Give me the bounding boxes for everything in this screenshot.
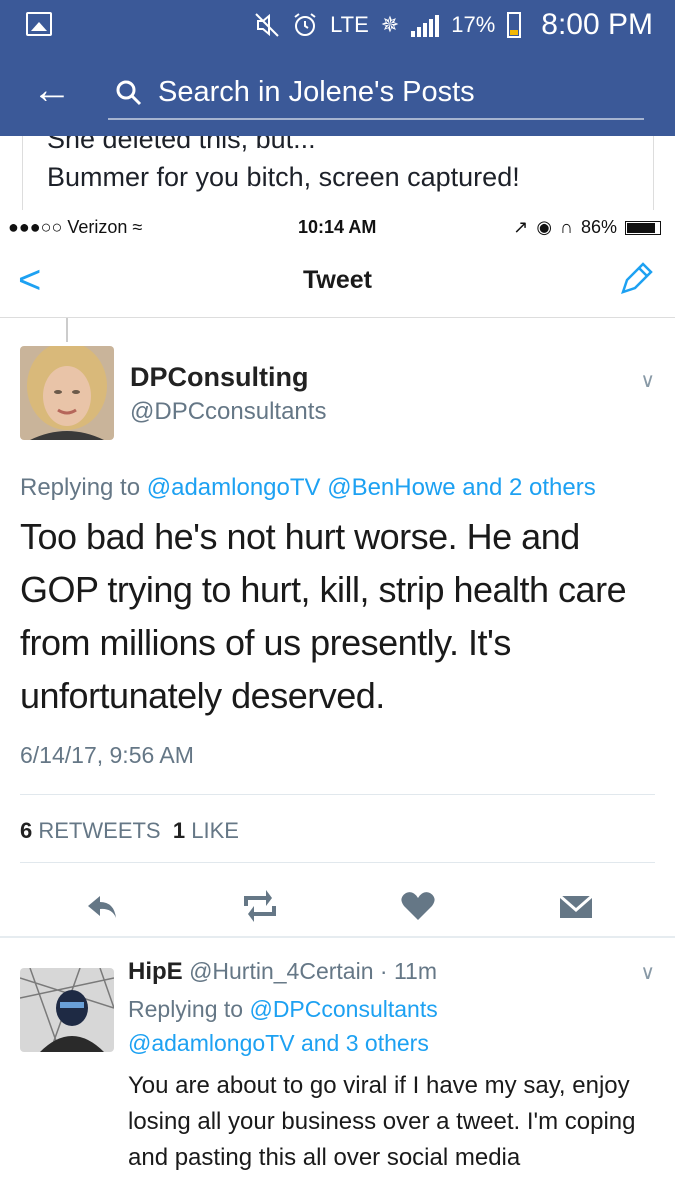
tweet-actions bbox=[0, 880, 675, 936]
status-time: 8:00 PM bbox=[541, 8, 653, 41]
divider bbox=[20, 862, 655, 863]
avatar[interactable] bbox=[20, 346, 114, 440]
retweets-label: RETWEETS bbox=[38, 818, 161, 843]
post-text-line: She deleted this, but... bbox=[47, 136, 316, 154]
reply-author-name[interactable]: HipE bbox=[128, 958, 183, 985]
lock-rotation-icon: ◉ bbox=[536, 217, 553, 237]
android-status-bar: LTE ✵ 17% 8:00 PM bbox=[0, 0, 675, 50]
divider bbox=[0, 936, 675, 938]
alarm-icon bbox=[294, 13, 316, 36]
search-icon bbox=[116, 80, 142, 106]
tweet-stats[interactable]: 6 RETWEETS 1 LIKE bbox=[20, 818, 239, 844]
thread-line bbox=[66, 318, 68, 342]
headphones-icon: ∩ bbox=[560, 217, 573, 237]
reply-replying-to: Replying to @DPCconsultants @adamlongoTV… bbox=[128, 992, 438, 1060]
data-activity-icon: ✵ bbox=[380, 12, 400, 37]
divider bbox=[22, 136, 23, 210]
replying-to: Replying to @adamlongoTV @BenHowe and 2 … bbox=[20, 474, 596, 502]
reply-replying-user-link[interactable]: @DPCconsultants bbox=[249, 996, 437, 1022]
reply-age: · 11m bbox=[379, 958, 437, 984]
ios-status-bar: ●●●○○ Verizon ≈ 10:14 AM ↗ ◉ ∩ 86% bbox=[0, 210, 675, 246]
ios-battery-icon bbox=[625, 220, 661, 235]
direct-message-icon[interactable] bbox=[556, 886, 596, 926]
post-body: She deleted this, but... Bummer for you … bbox=[0, 136, 675, 210]
author-name[interactable]: DPConsulting bbox=[130, 362, 308, 393]
signal-icon bbox=[411, 13, 440, 37]
likes-count: 1 bbox=[172, 818, 186, 843]
battery-percent: 17% bbox=[451, 12, 496, 37]
tweet-nav-bar: < Tweet bbox=[0, 246, 675, 318]
reply-text: You are about to go viral if I have my s… bbox=[128, 1072, 636, 1171]
tweet-screenshot[interactable]: ●●●○○ Verizon ≈ 10:14 AM ↗ ◉ ∩ 86% < Twe… bbox=[0, 210, 675, 1200]
network-type: LTE bbox=[330, 12, 369, 37]
tweet-timestamp: 6/14/17, 9:56 AM bbox=[20, 742, 194, 768]
carrier: ●●●○○ Verizon ≈ bbox=[8, 217, 143, 237]
battery-icon bbox=[507, 12, 522, 38]
compose-icon[interactable] bbox=[619, 262, 653, 296]
author-handle[interactable]: @DPCconsultants bbox=[130, 398, 326, 426]
reply-replying-prefix: Replying to bbox=[128, 996, 244, 1022]
mute-icon bbox=[255, 13, 279, 37]
likes-label: LIKE bbox=[191, 818, 239, 843]
chevron-down-icon[interactable]: ∨ bbox=[640, 368, 655, 393]
avatar[interactable] bbox=[20, 968, 114, 1052]
page-title: Tweet bbox=[303, 266, 372, 294]
reply-replying-user-link[interactable]: @adamlongoTV bbox=[128, 1030, 295, 1056]
location-icon: ↗ bbox=[513, 217, 529, 237]
post-text-line: Bummer for you bitch, screen captured! bbox=[47, 162, 520, 192]
tweet-text: Too bad he's not hurt worse. He and GOP … bbox=[20, 516, 627, 716]
retweets-count: 6 bbox=[20, 818, 33, 843]
search-placeholder: Search in Jolene's Posts bbox=[158, 76, 475, 108]
reply-replying-others-link[interactable]: and 3 others bbox=[301, 1030, 429, 1056]
ios-time: 10:14 AM bbox=[298, 217, 377, 237]
ios-battery-percent: 86% bbox=[580, 217, 617, 237]
divider bbox=[20, 794, 655, 795]
divider bbox=[653, 136, 654, 210]
reply-header: HipE @Hurtin_4Certain · 11m bbox=[128, 958, 437, 986]
heart-icon[interactable] bbox=[398, 886, 438, 926]
reply-author-handle[interactable]: @Hurtin_4Certain bbox=[189, 958, 373, 984]
search-input[interactable]: Search in Jolene's Posts bbox=[108, 72, 644, 120]
replying-users-link[interactable]: @adamlongoTV @BenHowe and 2 others bbox=[147, 474, 596, 501]
back-arrow-icon[interactable]: ← bbox=[32, 70, 72, 110]
chevron-down-icon[interactable]: ∨ bbox=[640, 960, 655, 985]
retweet-icon[interactable] bbox=[240, 886, 280, 926]
replying-prefix: Replying to bbox=[20, 474, 141, 501]
gallery-notification-icon bbox=[26, 12, 52, 36]
facebook-search-header: ← Search in Jolene's Posts bbox=[0, 50, 675, 136]
reply-icon[interactable] bbox=[82, 886, 122, 926]
